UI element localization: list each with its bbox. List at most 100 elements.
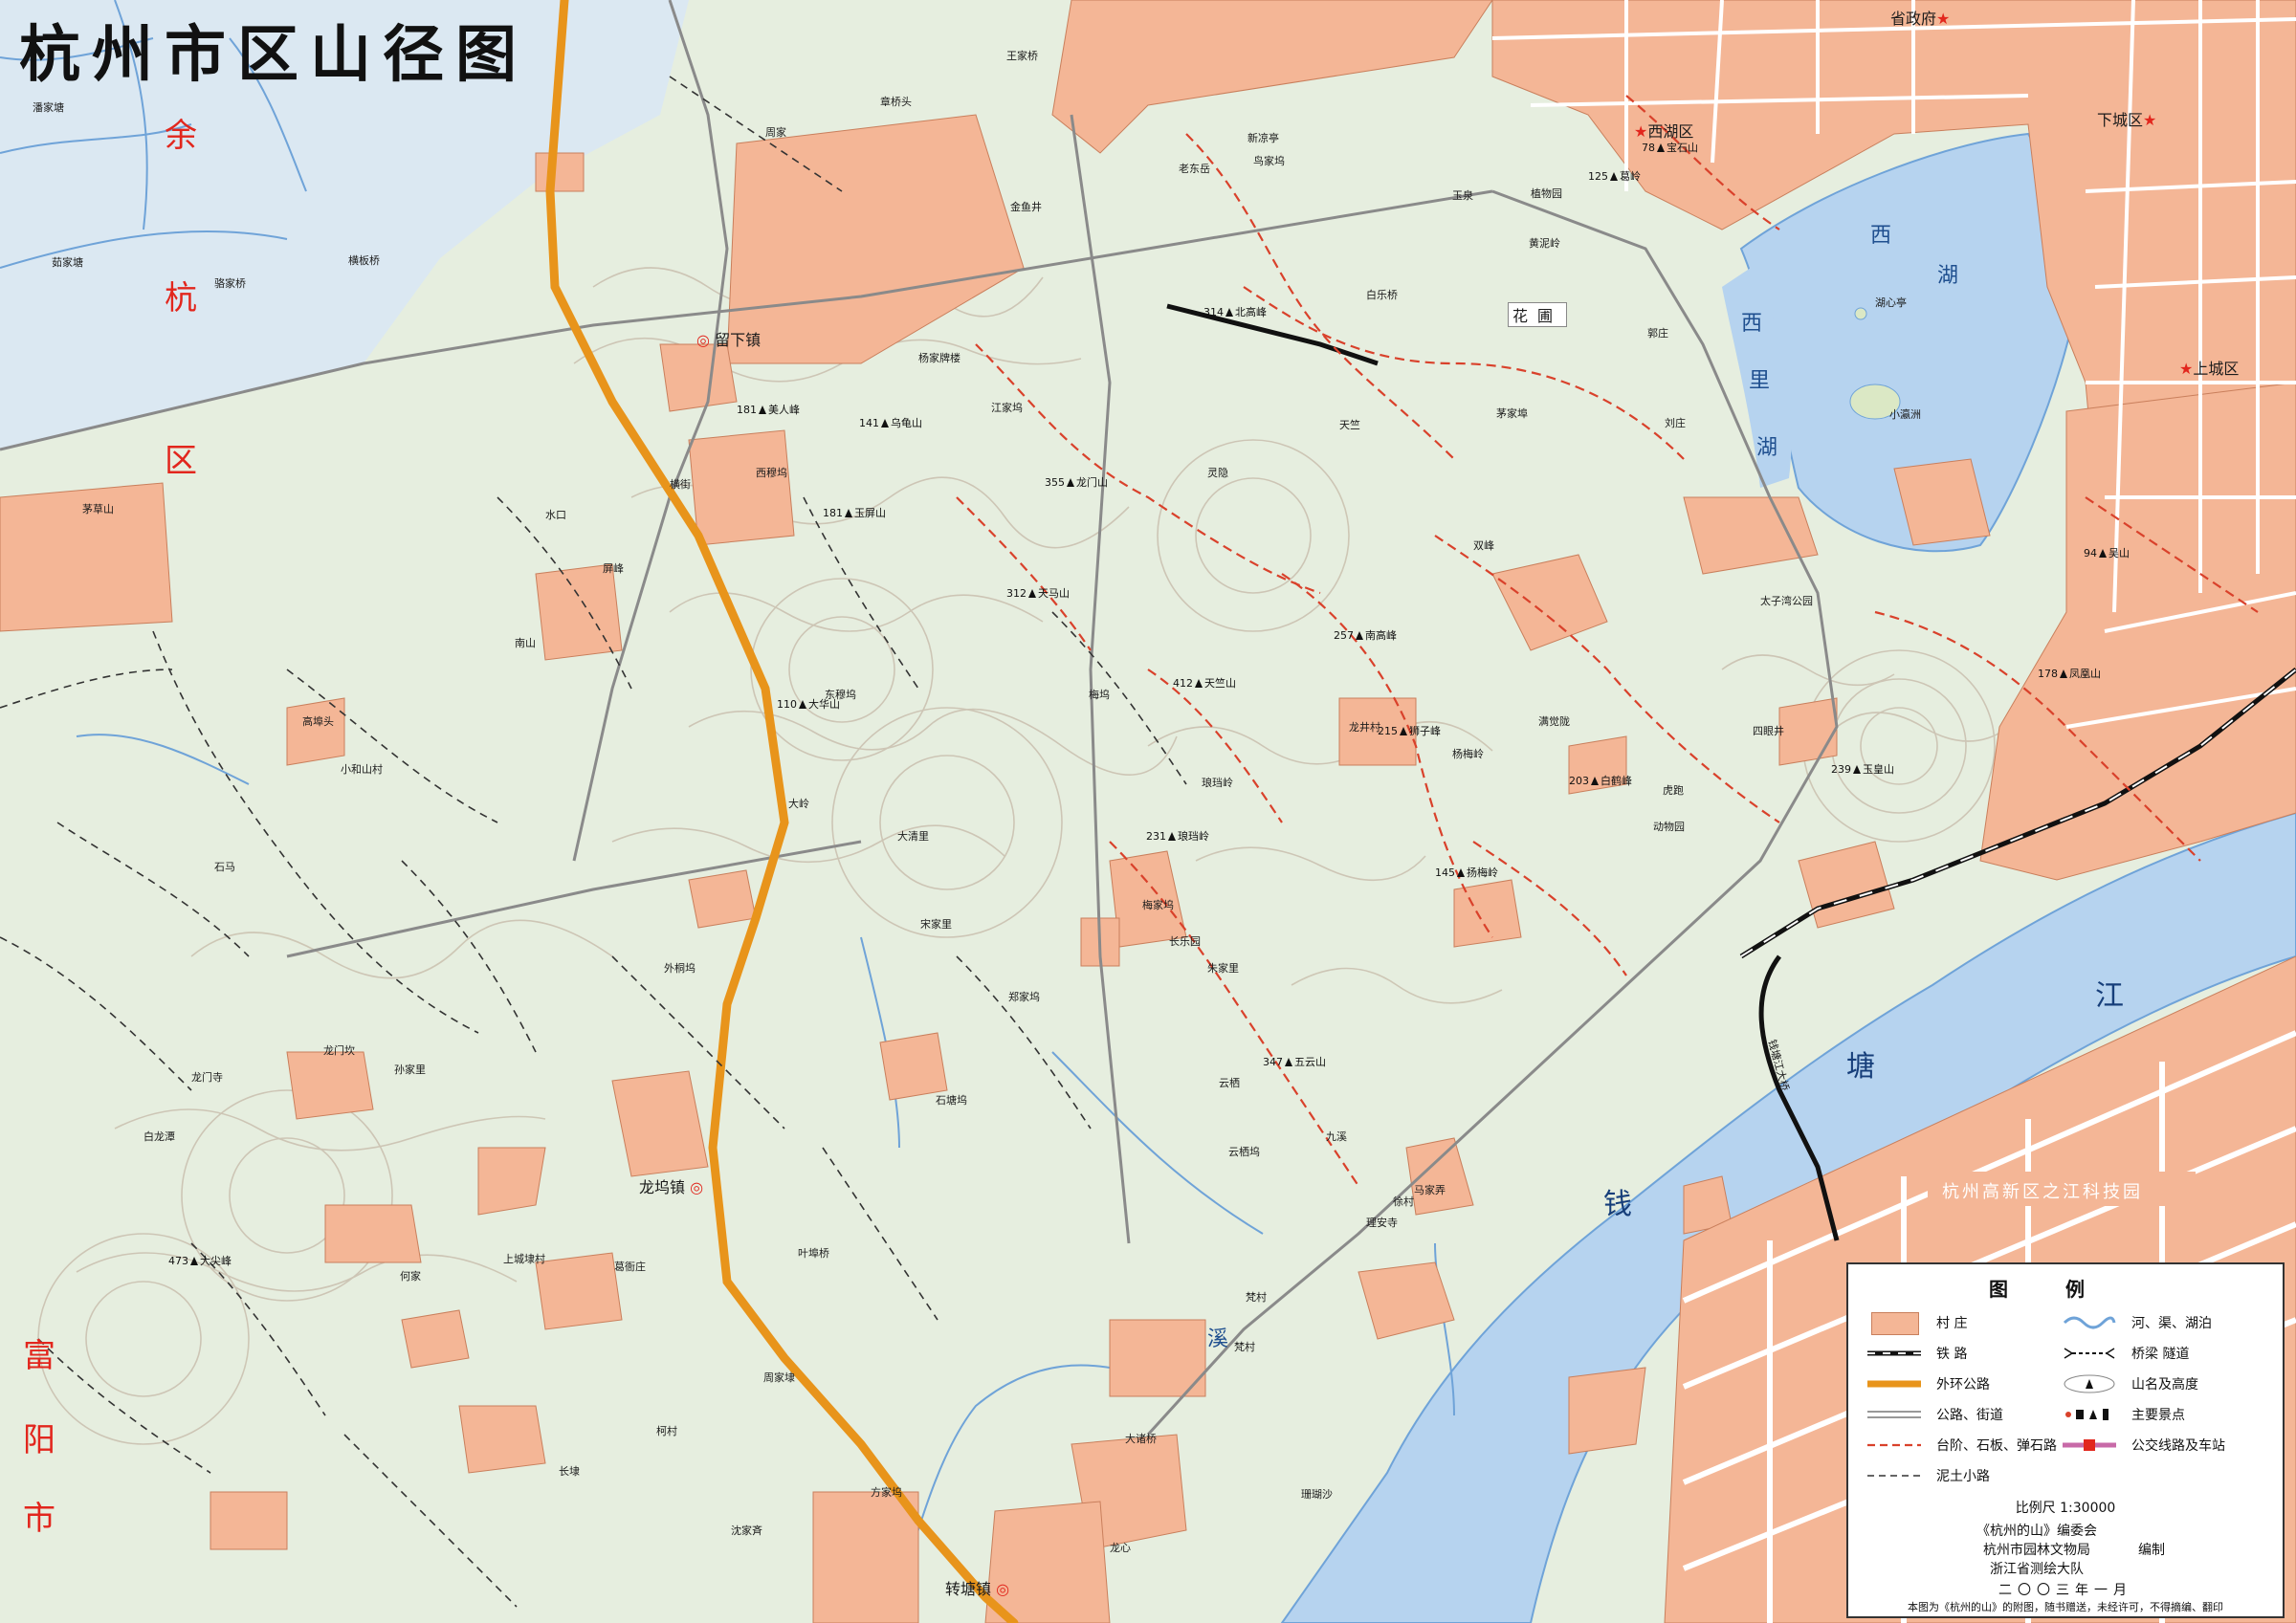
town-marker-icon: ◎ <box>996 1580 1010 1598</box>
place-name: 龙门坎 <box>323 1044 355 1057</box>
place-name: 梵村 <box>1234 1341 1255 1353</box>
district-star-icon: ★ <box>2143 111 2157 129</box>
town-liuxia: ◎ 留下镇 <box>696 331 762 349</box>
gaoxin-zone-label: 杭州高新区之江科技园 <box>1942 1182 2143 1202</box>
place-name: 骆家桥 <box>214 277 246 290</box>
place-name: 外桐坞 <box>664 962 695 975</box>
place-name: 双峰 <box>1473 539 1494 552</box>
peak-icon <box>1225 308 1233 317</box>
place-name: 理安寺 <box>1366 1217 1398 1229</box>
place-name: 灵隐 <box>1207 467 1228 479</box>
rail-swatch-icon <box>1866 1343 1923 1364</box>
place-name: 柯村 <box>656 1425 677 1437</box>
place-name: 何家 <box>400 1270 421 1283</box>
place-name: 郭庄 <box>1647 327 1668 340</box>
peak-icon <box>1591 777 1599 785</box>
stone-path-swatch-icon <box>1866 1435 1923 1456</box>
place-name: 植物园 <box>1531 187 1562 200</box>
peak-marker: 312 天马山 <box>1006 587 1070 600</box>
peak-marker: 78 宝石山 <box>1642 142 1698 154</box>
map-canvas[interactable]: 杭州市区山径图 余 杭 区 富 阳 市 ★西湖区 下城区★ ★上城区 省政府★ … <box>0 0 2296 1623</box>
huxinting-island <box>1854 307 1867 320</box>
legend-editor: 《杭州的山》编委会 <box>1976 1524 2097 1539</box>
peak-marker: 141 乌龟山 <box>859 417 922 429</box>
legend-role: 编制 <box>2138 1543 2165 1558</box>
village-swatch-icon <box>1866 1312 1923 1335</box>
legend-item-rail: 铁 路 <box>1866 1343 1967 1364</box>
place-name: 花圃 <box>1508 302 1568 327</box>
ring-road-swatch-icon <box>1866 1373 1923 1394</box>
place-name: 大诸桥 <box>1125 1433 1157 1445</box>
place-name: 云栖坞 <box>1228 1146 1260 1158</box>
place-name: 茅草山 <box>82 503 114 515</box>
place-name: 周家埭 <box>763 1371 795 1384</box>
place-name: 四眼井 <box>1753 725 1784 737</box>
legend-item-ring: 外环公路 <box>1866 1373 1990 1394</box>
place-name: 叶埠桥 <box>798 1247 829 1260</box>
xili-lake-label-3: 湖 <box>1756 436 1778 460</box>
peak-icon <box>1356 631 1363 640</box>
district-fuyang-3: 市 <box>23 1500 55 1538</box>
peak-marker: 181 玉屏山 <box>823 507 886 519</box>
peak-marker: 347 五云山 <box>1263 1056 1326 1068</box>
peak-marker: 314 北高峰 <box>1203 306 1267 318</box>
place-name: 梅坞 <box>1089 689 1110 701</box>
map-title: 杭州市区山径图 <box>19 19 528 91</box>
peak-icon <box>1610 172 1618 181</box>
town-marker-icon: ◎ <box>690 1178 704 1196</box>
place-name: 茹家塘 <box>52 256 83 269</box>
place-name: 太子湾公园 <box>1760 595 1813 607</box>
place-name: 茅家埠 <box>1496 407 1528 420</box>
legend-item-scenic: 主要景点 <box>2061 1404 2185 1425</box>
district-yuhang-1: 余 <box>165 117 197 155</box>
place-name: 龙井村 <box>1349 721 1380 734</box>
legend-survey: 浙江省测绘大队 <box>1990 1562 2084 1577</box>
peak-icon <box>845 509 852 517</box>
district-fuyang-2: 阳 <box>23 1421 55 1459</box>
bridge-swatch-icon <box>2061 1343 2118 1364</box>
peak-icon <box>1067 478 1074 487</box>
place-name: 南山 <box>515 637 536 649</box>
peak-marker: 203 白鹤峰 <box>1569 775 1632 787</box>
legend-item-dirt: 泥土小路 <box>1866 1465 1990 1486</box>
scenic-swatch-icon <box>2061 1404 2118 1425</box>
place-name: 虎跑 <box>1663 784 1684 797</box>
place-name: 天竺 <box>1339 419 1360 431</box>
place-name: 周家 <box>765 126 786 139</box>
peak-icon <box>190 1257 198 1265</box>
peak-icon <box>1028 589 1036 598</box>
legend-date: 二〇〇三年一月 <box>1998 1583 2132 1598</box>
place-name: 孙家里 <box>394 1064 426 1076</box>
peak-marker: 145 扬梅岭 <box>1435 866 1498 879</box>
place-name: 方家坞 <box>871 1486 902 1499</box>
legend-item-bridge: 桥梁 隧道 <box>2061 1343 2189 1364</box>
place-name: 水口 <box>545 509 566 521</box>
peak-marker: 110 大华山 <box>777 698 840 711</box>
place-name: 动物园 <box>1653 821 1685 833</box>
district-star-icon: ★ <box>1634 122 1648 141</box>
place-name: 沈家斉 <box>731 1524 762 1537</box>
place-name: 龙门寺 <box>191 1071 223 1084</box>
qiantang-label-1: 钱 <box>1603 1188 1632 1221</box>
place-name: 大清里 <box>897 830 929 843</box>
xili-lake-label-2: 里 <box>1749 369 1771 393</box>
place-name: 徐村 <box>1393 1195 1414 1208</box>
xili-lake-label-1: 西 <box>1741 312 1763 336</box>
legend-item-peak: 山名及高度 <box>2061 1373 2198 1394</box>
legend-title: 图例 <box>1989 1278 2142 1301</box>
peak-marker: 412 天竺山 <box>1173 677 1236 690</box>
peak-marker: 257 南高峰 <box>1334 629 1397 642</box>
place-name: 葛衙庄 <box>614 1261 646 1273</box>
peak-icon <box>1400 727 1407 735</box>
town-marker-icon: ◎ <box>696 331 710 349</box>
district-yuhang-3: 区 <box>165 442 197 480</box>
place-name: 梅家坞 <box>1142 899 1174 911</box>
legend-item-water: 河、渠、湖泊 <box>2061 1312 2212 1333</box>
place-name: 龙心 <box>1110 1542 1131 1554</box>
district-fuyang-1: 富 <box>23 1337 55 1375</box>
place-name: 横板桥 <box>348 254 380 267</box>
peak-icon <box>1457 868 1465 877</box>
bus-route-swatch-icon <box>2061 1435 2118 1456</box>
place-name: 郑家坞 <box>1008 991 1040 1003</box>
west-lake-label-2: 湖 <box>1937 264 1959 288</box>
